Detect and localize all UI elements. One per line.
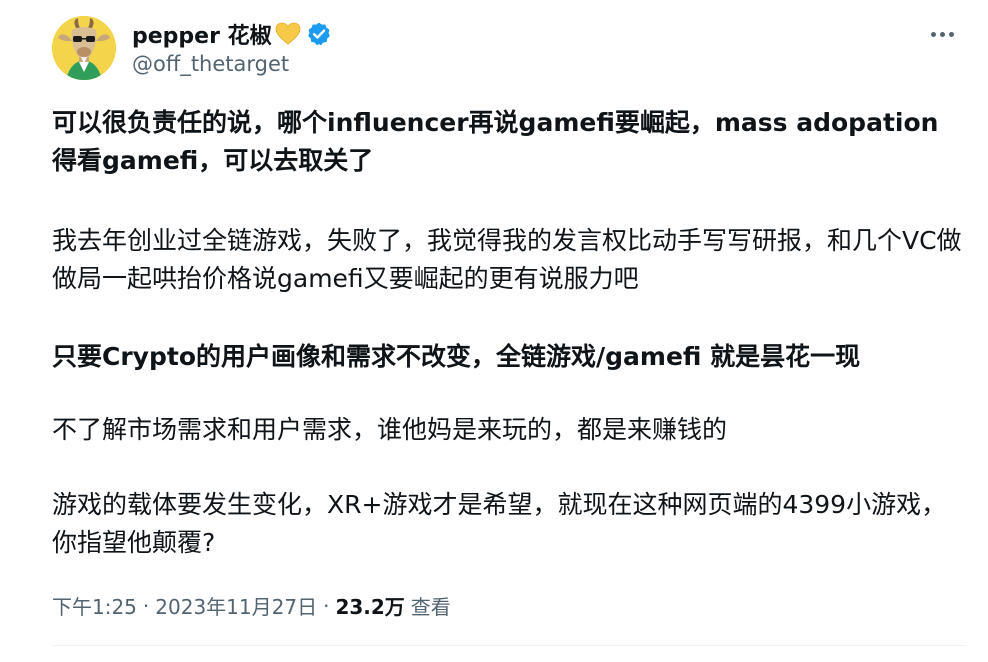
tweet-paragraph: 只要Crypto的用户画像和需求不改变，全链游戏/gamefi 就是昙花一现 xyxy=(52,342,861,371)
yellow-heart-icon xyxy=(274,20,302,48)
author-name-row[interactable]: pepper 花椒 xyxy=(132,19,332,49)
more-icon-dot xyxy=(948,31,954,37)
tweet-meta: 下午1:25 · 2023年11月27日 · 23.2万 查看 xyxy=(52,591,451,620)
tweet-paragraph: 游戏的载体要发生变化，XR+游戏才是希望，就现在这种网页端的4399小游戏，你指… xyxy=(52,490,947,557)
views-count: 23.2万 xyxy=(335,595,405,619)
author-handle[interactable]: @off_thetarget xyxy=(132,52,289,76)
tweet-paragraph: 不了解市场需求和用户需求，谁他妈是来玩的，都是来赚钱的 xyxy=(52,415,728,444)
tweet: pepper 花椒 @off_thetarget 可以很负责任的说，哪个infl… xyxy=(0,0,988,662)
more-button[interactable] xyxy=(918,18,966,50)
author-display-name[interactable]: pepper 花椒 xyxy=(132,18,272,50)
more-icon-dot xyxy=(939,31,945,37)
goat-avatar-icon xyxy=(52,16,116,80)
tweet-time[interactable]: 下午1:25 xyxy=(52,591,137,620)
verified-badge-icon[interactable] xyxy=(306,21,332,47)
more-icon xyxy=(930,31,936,37)
tweet-paragraph: 我去年创业过全链游戏，失败了，我觉得我的发言权比动手写写研报，和几个VC做做局一… xyxy=(52,226,962,293)
tweet-date[interactable]: 2023年11月27日 xyxy=(155,591,317,620)
avatar[interactable] xyxy=(52,16,116,80)
divider xyxy=(52,645,966,646)
tweet-paragraph: 可以很负责任的说，哪个influencer再说gamefi要崛起，mass ad… xyxy=(52,108,939,175)
meta-separator: · xyxy=(323,593,330,618)
views-label: 查看 xyxy=(410,595,451,619)
meta-separator: · xyxy=(142,593,150,618)
